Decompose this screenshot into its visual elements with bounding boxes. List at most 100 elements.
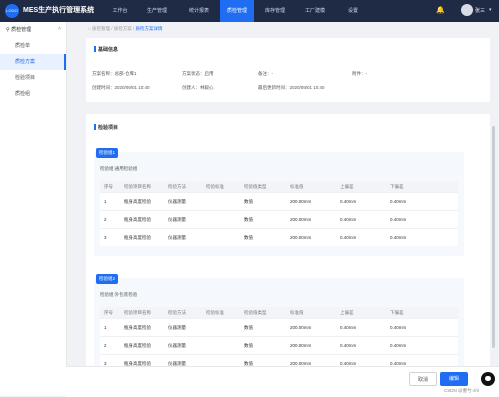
cell (202, 210, 240, 229)
app-title: MES生产执行管理系统 (23, 7, 95, 14)
cell: 0.40mm (336, 228, 386, 246)
table-row: 2 瓶身高度检验 仪器测量 数值 200.00mm 0.40mm 0.40mm (100, 210, 458, 229)
section-marker (94, 124, 96, 130)
col-method: 检验方法 (164, 181, 202, 193)
cell: 数值 (240, 192, 286, 211)
table-row: 3 瓶身高度检验 仪器测量 数值 200.00mm 0.40mm 0.40mm (100, 228, 458, 246)
username[interactable]: 张三 (475, 7, 485, 14)
sidebar: ⚲ 质检管理 ˄ 质检单 质检方案 检验项目 质检组 (0, 22, 67, 396)
cell: 1 (100, 192, 120, 211)
cell: 仪器测量 (164, 192, 202, 211)
scheme-name: 方案名称：总部-仓库1 (92, 71, 137, 76)
chevron-down-icon[interactable]: ▾ (489, 7, 492, 13)
table-header-row: 序号 检验项目名称 检验方法 检验标准 检验值类型 标准值 上偏差 下偏差 (100, 181, 458, 193)
col-lower-deviation: 下偏差 (386, 181, 458, 193)
col-value-type: 检验值类型 (240, 181, 286, 193)
edit-button[interactable]: 编辑 (440, 372, 468, 386)
cell: 数值 (240, 318, 286, 337)
cell: 数值 (240, 210, 286, 229)
basic-info-panel: 基础信息 方案名称：总部-仓库1 方案状态：启用 备注：- 附件：- 创建时间：… (86, 38, 490, 102)
bell-icon[interactable]: 🔔 (436, 6, 445, 14)
nav-workbench[interactable]: 工作台 (103, 0, 137, 22)
cell: 2 (100, 336, 120, 355)
nav-quality[interactable]: 质检管理 (220, 0, 254, 22)
inspection-items-title: 检验项目 (98, 125, 119, 131)
sidebar-item-inspection-order[interactable]: 质检单 (0, 38, 66, 54)
table-row: 1 瓶身高度检验 仪器测量 数值 200.00mm 0.40mm 0.40mm (100, 192, 458, 211)
cell: 0.40mm (386, 210, 458, 229)
chevron-up-icon[interactable]: ˄ (58, 26, 61, 32)
inspection-table: 序号 检验项目名称 检验方法 检验标准 检验值类型 标准值 上偏差 下偏差 1 … (100, 307, 458, 372)
nav-production[interactable]: 生产管理 (140, 0, 174, 22)
group-tag: 检验组2 (96, 274, 119, 284)
cell (202, 228, 240, 246)
cell: 数值 (240, 228, 286, 246)
sidebar-group-quality[interactable]: ⚲ 质检管理 (6, 26, 31, 33)
scrollbar[interactable] (492, 126, 495, 348)
cell: 仪器测量 (164, 336, 202, 355)
avatar[interactable] (461, 4, 473, 16)
cell: 1 (100, 318, 120, 337)
col-item-name: 检验项目名称 (120, 181, 164, 193)
table-row: 1 瓶身高度检验 仪器测量 数值 200.00mm 0.40mm 0.40mm (100, 318, 458, 337)
group-name: 检验组:通用检验组 (100, 166, 138, 171)
breadcrumb-current: 质检方案详情 (135, 26, 163, 31)
col-standard-value: 标准值 (286, 307, 336, 319)
nav-reports[interactable]: 统计报表 (182, 0, 216, 22)
cancel-button[interactable]: 取消 (409, 372, 437, 386)
nav-factory[interactable]: 工厂建模 (298, 0, 332, 22)
breadcrumb-item[interactable]: 质检方案 (114, 26, 132, 31)
inspection-table: 序号 检验项目名称 检验方法 检验标准 检验值类型 标准值 上偏差 下偏差 1 … (100, 181, 458, 246)
section-marker (94, 46, 96, 52)
table-row: 2 瓶身高度检验 仪器测量 数值 200.00mm 0.40mm 0.40mm (100, 336, 458, 355)
col-lower-deviation: 下偏差 (386, 307, 458, 319)
inspection-group-card: 检验组2 检验组:外包装检验 序号 检验项目名称 检验方法 检验标准 检验值类型… (94, 274, 464, 372)
col-index: 序号 (100, 307, 120, 319)
cell: 0.40mm (336, 192, 386, 211)
cell: 0.40mm (386, 336, 458, 355)
updated-time: 最后更新时间：2020/09/01 10:40 (258, 85, 325, 90)
sidebar-item-inspection-scheme[interactable]: 质检方案 (0, 54, 66, 70)
cell: 0.40mm (386, 192, 458, 211)
cell: 瓶身高度检验 (120, 336, 164, 355)
cell: 瓶身高度检验 (120, 318, 164, 337)
cell (202, 192, 240, 211)
cell: 仪器测量 (164, 210, 202, 229)
cell: 200.00mm (286, 228, 336, 246)
sidebar-item-inspection-group[interactable]: 质检组 (0, 86, 66, 102)
col-standard-value: 标准值 (286, 181, 336, 193)
group-tag: 检验组1 (96, 148, 119, 158)
cell: 200.00mm (286, 192, 336, 211)
cell: 3 (100, 228, 120, 246)
chat-icon[interactable] (481, 372, 495, 386)
scheme-status: 方案状态：启用 (182, 71, 214, 76)
cell: 仪器测量 (164, 228, 202, 246)
col-value-type: 检验值类型 (240, 307, 286, 319)
attachment: 附件：- (352, 71, 367, 76)
basic-info-title: 基础信息 (98, 47, 119, 53)
breadcrumb: ⌂ 质检管理 / 质检方案 / 质检方案详情 (88, 26, 163, 31)
created-time: 创建时间：2020/09/01 10:40 (92, 85, 150, 90)
table-header-row: 序号 检验项目名称 检验方法 检验标准 检验值类型 标准值 上偏差 下偏差 (100, 307, 458, 319)
top-navbar: LOGO MES生产执行管理系统 工作台 生产管理 统计报表 质检管理 库存管理… (0, 0, 499, 22)
col-standard: 检验标准 (202, 181, 240, 193)
group-name: 检验组:外包装检验 (100, 292, 138, 297)
watermark: CSDN @墨兮-zhl (444, 388, 479, 393)
sidebar-item-inspection-items[interactable]: 检验项目 (0, 70, 66, 86)
remark: 备注：- (258, 71, 273, 76)
cell: 200.00mm (286, 336, 336, 355)
breadcrumb-item[interactable]: 质检管理 (92, 26, 110, 31)
cell: 数值 (240, 336, 286, 355)
nav-inventory[interactable]: 库存管理 (258, 0, 292, 22)
nav-settings[interactable]: 设置 (336, 0, 370, 22)
col-standard: 检验标准 (202, 307, 240, 319)
inspection-group-card: 检验组1 检验组:通用检验组 序号 检验项目名称 检验方法 检验标准 检验值类型… (94, 148, 464, 256)
cell: 瓶身高度检验 (120, 228, 164, 246)
cell: 200.00mm (286, 318, 336, 337)
creator: 创建人：林毅心 (182, 85, 214, 90)
cell: 0.40mm (386, 318, 458, 337)
cell: 0.40mm (336, 318, 386, 337)
cell: 0.40mm (336, 210, 386, 229)
home-icon[interactable]: ⌂ (88, 26, 91, 31)
cell (202, 336, 240, 355)
